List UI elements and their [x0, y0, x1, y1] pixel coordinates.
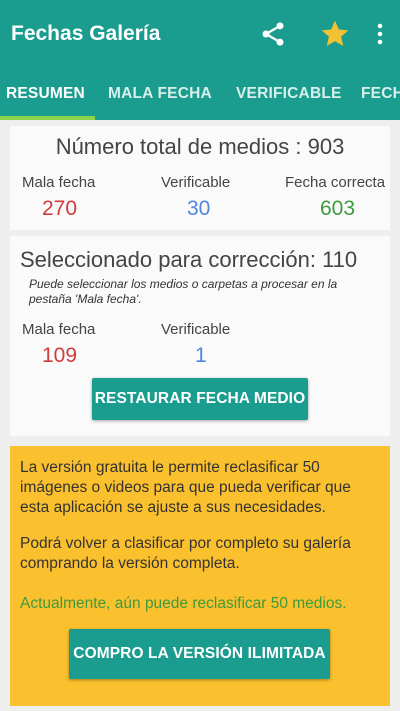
more-vert-icon [377, 23, 383, 45]
selected-verifiable-value: 1 [195, 344, 207, 367]
tab-fecha-correcta[interactable]: FECH [361, 68, 400, 120]
total-media-label: Número total de medios : [55, 134, 302, 159]
verifiable-value: 30 [187, 197, 211, 220]
buy-unlimited-button[interactable]: COMPRO LA VERSIÓN ILIMITADA [69, 629, 330, 679]
selection-card: Seleccionado para corrección: 110 Puede … [10, 236, 390, 436]
app-bar-actions [253, 14, 400, 54]
selection-title: Seleccionado para corrección: 110 [20, 247, 357, 273]
app-bar: Fechas Galería [0, 0, 400, 68]
selected-verifiable-label: Verificable [161, 321, 231, 338]
bad-date-label: Mala fecha [22, 174, 96, 191]
verifiable-label: Verificable [161, 174, 231, 191]
selection-count: 110 [322, 247, 358, 272]
bad-date-value: 270 [42, 197, 78, 220]
star-icon [321, 20, 349, 46]
promo-text-free-version: La versión gratuita le permite reclasifi… [20, 459, 351, 516]
total-media-value: 903 [307, 134, 345, 159]
summary-card: Número total de medios : 903 Mala fecha … [10, 126, 390, 230]
overflow-menu-button[interactable] [368, 14, 392, 54]
selection-hint: Puede seleccionar los medios o carpetas … [29, 277, 338, 306]
tab-mala-fecha[interactable]: MALA FECHA [108, 68, 212, 120]
selected-bad-date-value: 109 [42, 344, 78, 367]
correct-date-label: Fecha correcta [285, 174, 386, 191]
tab-resumen[interactable]: RESUMEN [6, 68, 85, 120]
restore-date-button[interactable]: RESTAURAR FECHA MEDIO [92, 378, 308, 420]
promo-card: La versión gratuita le permite reclasifi… [10, 446, 390, 706]
correct-date-value: 603 [320, 197, 356, 220]
selection-title-label: Seleccionado para corrección: [20, 247, 316, 272]
tab-bar: RESUMEN MALA FECHA VERIFICABLE FECH [0, 68, 400, 120]
tab-verificable[interactable]: VERIFICABLE [236, 68, 342, 120]
promo-text-remaining: Actualmente, aún puede reclasificar 50 m… [20, 595, 347, 612]
app-title: Fechas Galería [11, 22, 161, 45]
promo-text-full-version: Podrá volver a clasificar por completo s… [20, 535, 351, 572]
share-icon [262, 22, 284, 46]
share-button[interactable] [253, 14, 293, 54]
tab-indicator [0, 116, 95, 120]
selected-bad-date-label: Mala fecha [22, 321, 96, 338]
favorite-button[interactable] [315, 14, 355, 54]
total-media: Número total de medios : 903 [10, 134, 390, 160]
